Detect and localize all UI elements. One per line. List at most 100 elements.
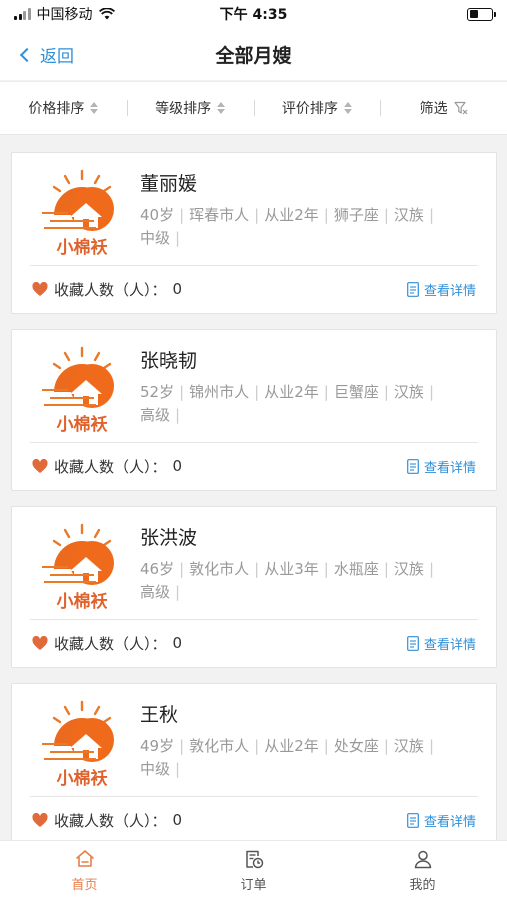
nanny-list: 小棉袄 董丽媛 40岁 | 珲春市人 | 从业2年 | 狮子座 | 汉族 |中级 | 收藏人数（人）… [11,152,497,860]
favorites-label: 收藏人数（人）： [54,457,167,476]
logo-text: 小棉袄 [57,414,108,435]
signal-icon [14,8,31,20]
favorites-count: 收藏人数（人）： 0 [32,456,182,477]
nanny-card[interactable]: 小棉袄 董丽媛 40岁 | 珲春市人 | 从业2年 | 狮子座 | 汉族 |中级 | 收藏人数（人）… [11,152,497,314]
sort-bar: 价格排序 等级排序 评价排序 筛选 [0,81,507,135]
divider [30,619,478,620]
view-details-link[interactable]: 查看详情 [407,811,476,830]
tab-bar: 首页 订单 我的 [0,840,507,900]
status-time: 下午 4:35 [219,7,288,23]
sort-label: 价格排序 [28,101,85,117]
status-bar: 中国移动 下午 4:35 [0,0,507,28]
home-icon [75,850,94,867]
tag-hometown: 敦化市人 [189,737,250,755]
tag-age: 49岁 [140,737,175,755]
nanny-name: 董丽媛 [140,173,198,195]
tag-experience: 从业3年 [264,560,319,578]
back-button[interactable]: 返回 [19,28,74,80]
divider [30,796,478,797]
favorites-label: 收藏人数（人）： [54,280,167,299]
tag-zodiac: 狮子座 [333,206,379,224]
favorites-label: 收藏人数（人）： [54,634,167,653]
tag-hometown: 敦化市人 [189,560,250,578]
brand-logo: 小棉袄 [42,346,114,435]
favorites-count: 收藏人数（人）： 0 [32,633,182,654]
tag-hometown: 锦州市人 [189,383,250,401]
brand-logo: 小棉袄 [42,169,114,258]
view-details-label: 查看详情 [423,283,476,299]
tab-label: 我的 [409,878,436,893]
chevron-left-icon [19,47,35,62]
view-details-link[interactable]: 查看详情 [407,634,476,653]
sort-by-rating[interactable]: 评价排序 [253,98,381,118]
favorites-value: 0 [172,811,183,829]
favorites-value: 0 [172,280,183,298]
heart-icon [32,635,48,650]
view-details-label: 查看详情 [423,637,476,653]
tag-ethnicity: 汉族 [393,560,424,578]
tab-me[interactable]: 我的 [338,841,507,900]
filter-label: 筛选 [419,101,448,117]
tag-age: 46岁 [140,560,175,578]
heart-icon [32,812,48,827]
tag-age: 52岁 [140,383,175,401]
status-left: 中国移动 [14,4,184,24]
heart-icon [32,281,48,296]
tag-zodiac: 水瓶座 [333,560,379,578]
favorites-count: 收藏人数（人）： 0 [32,279,182,300]
filter-icon [454,101,468,115]
nanny-card[interactable]: 小棉袄 王秋 49岁 | 敦化市人 | 从业2年 | 处女座 | 汉族 |中级 | 收藏人数（人）：… [11,683,497,845]
document-icon [407,281,419,297]
sort-label: 评价排序 [281,101,338,117]
nanny-tags: 40岁 | 珲春市人 | 从业2年 | 狮子座 | 汉族 |中级 | [140,204,496,250]
view-details-link[interactable]: 查看详情 [407,457,476,476]
order-icon [245,850,263,869]
wifi-icon [98,8,115,20]
nanny-tags: 52岁 | 锦州市人 | 从业2年 | 巨蟹座 | 汉族 |高级 | [140,381,496,427]
view-details-label: 查看详情 [423,814,476,830]
tag-experience: 从业2年 [264,206,319,224]
view-details-label: 查看详情 [423,460,476,476]
user-icon [414,850,431,869]
sort-by-level[interactable]: 等级排序 [126,98,254,118]
nanny-card[interactable]: 小棉袄 张晓韧 52岁 | 锦州市人 | 从业2年 | 巨蟹座 | 汉族 |高级 | 收藏人数（人）… [11,329,497,491]
divider [30,442,478,443]
carrier-label: 中国移动 [36,7,93,23]
filter-button[interactable]: 筛选 [380,98,507,118]
nav-bar: 返回 全部月嫂 [0,28,507,80]
tag-ethnicity: 汉族 [393,383,424,401]
battery-icon [467,7,496,21]
tab-label: 订单 [240,878,267,893]
nanny-tags: 49岁 | 敦化市人 | 从业2年 | 处女座 | 汉族 |中级 | [140,735,496,781]
logo-text: 小棉袄 [57,237,108,258]
tag-age: 40岁 [140,206,175,224]
tab-home[interactable]: 首页 [0,841,169,900]
sort-by-price[interactable]: 价格排序 [0,98,127,118]
back-label: 返回 [40,46,74,67]
tag-level: 中级 [140,760,171,778]
document-icon [407,458,419,474]
favorites-value: 0 [172,634,183,652]
view-details-link[interactable]: 查看详情 [407,280,476,299]
tag-experience: 从业2年 [264,737,319,755]
tag-ethnicity: 汉族 [393,737,424,755]
nanny-tags: 46岁 | 敦化市人 | 从业3年 | 水瓶座 | 汉族 |高级 | [140,558,496,604]
document-icon [407,812,419,828]
tag-ethnicity: 汉族 [393,206,424,224]
sort-arrows-icon [217,102,226,114]
tag-zodiac: 处女座 [333,737,379,755]
tag-hometown: 珲春市人 [189,206,250,224]
brand-logo: 小棉袄 [42,700,114,789]
heart-icon [32,458,48,473]
nanny-card[interactable]: 小棉袄 张洪波 46岁 | 敦化市人 | 从业3年 | 水瓶座 | 汉族 |高级 | 收藏人数（人）… [11,506,497,668]
divider [30,265,478,266]
sort-arrows-icon [90,102,99,114]
nanny-name: 张晓韧 [140,350,198,372]
tab-orders[interactable]: 订单 [169,841,338,900]
sort-label: 等级排序 [155,101,212,117]
document-icon [407,635,419,651]
logo-text: 小棉袄 [57,768,108,789]
logo-text: 小棉袄 [57,591,108,612]
tag-level: 高级 [140,583,171,601]
favorites-value: 0 [172,457,183,475]
